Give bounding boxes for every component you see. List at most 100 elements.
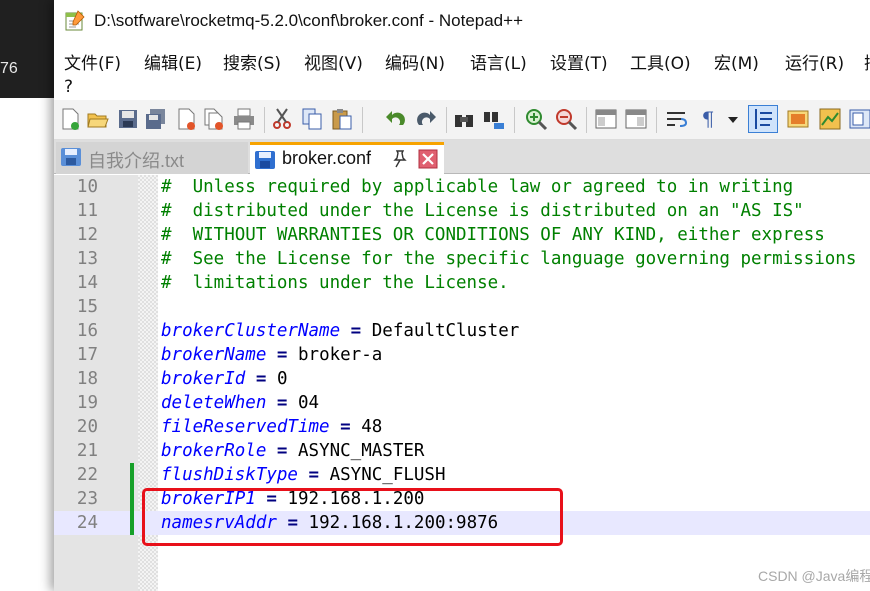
code-line[interactable]: 20 fileReservedTime = 48 <box>54 415 870 439</box>
show-all-chars-icon[interactable]: ¶ <box>696 107 720 131</box>
open-file-icon[interactable] <box>86 107 110 131</box>
menu-edit[interactable]: 编辑(E) <box>144 49 202 74</box>
tab-label: 自我介绍.txt <box>88 151 185 171</box>
config-key: brokerRole <box>161 441 267 461</box>
menu-settings[interactable]: 设置(T) <box>550 49 608 74</box>
menu-run[interactable]: 运行(R) <box>785 49 844 74</box>
config-value: ASYNC_MASTER <box>298 441 425 461</box>
code-text: deleteWhen = 04 <box>161 391 319 415</box>
sync-horizontal-icon[interactable] <box>624 107 648 131</box>
menu-tools[interactable]: 工具(O) <box>630 49 691 74</box>
code-text: # See the License for the specific langu… <box>161 247 856 271</box>
line-number: 17 <box>76 345 98 365</box>
redo-icon[interactable] <box>414 107 438 131</box>
config-key: flushDiskType <box>161 465 298 485</box>
pin-icon[interactable] <box>390 149 410 169</box>
code-text: # WITHOUT WARRANTIES OR CONDITIONS OF AN… <box>161 223 825 247</box>
code-text: # Unless required by applicable law or a… <box>161 175 793 199</box>
menu-help[interactable]: ? <box>64 77 73 97</box>
line-number: 13 <box>76 249 98 269</box>
line-number: 10 <box>76 177 98 197</box>
menu-search[interactable]: 搜索(S) <box>223 49 281 74</box>
code-line[interactable]: 16 brokerClusterName = DefaultCluster <box>54 319 870 343</box>
tab-broker-conf[interactable]: broker.conf <box>250 142 444 174</box>
code-line[interactable]: 18 brokerId = 0 <box>54 367 870 391</box>
code-line[interactable]: 17 brokerName = broker-a <box>54 343 870 367</box>
function-list-icon[interactable] <box>848 107 870 131</box>
line-number: 16 <box>76 321 98 341</box>
toolbar-separator <box>264 107 265 133</box>
code-line[interactable]: 10 # Unless required by applicable law or… <box>54 175 870 199</box>
tab-intro-txt[interactable]: 自我介绍.txt <box>56 142 248 174</box>
new-file-icon[interactable] <box>58 107 82 131</box>
menu-language[interactable]: 语言(L) <box>470 49 527 74</box>
line-number: 20 <box>76 417 98 437</box>
zoom-in-icon[interactable] <box>524 107 548 131</box>
tab-bar: 自我介绍.txt broker.conf <box>54 140 870 174</box>
notepadpp-app-icon <box>65 10 85 31</box>
saved-file-icon <box>255 151 275 169</box>
watermark: CSDN @Java编程之道 <box>758 568 870 584</box>
indent-guide-icon[interactable] <box>748 105 778 133</box>
undo-icon[interactable] <box>384 107 408 131</box>
annotation-highlight-box <box>142 488 563 546</box>
find-icon[interactable] <box>452 107 476 131</box>
line-number: 19 <box>76 393 98 413</box>
comment-text: # Unless required by applicable law or a… <box>161 177 794 197</box>
config-key: brokerClusterName <box>161 321 341 341</box>
code-text: brokerId = 0 <box>161 367 287 391</box>
toolbar: ¶ <box>54 100 870 140</box>
doc-map-icon[interactable] <box>818 107 842 131</box>
close-icon[interactable] <box>174 107 198 131</box>
paste-icon[interactable] <box>330 107 354 131</box>
line-number: 15 <box>76 297 98 317</box>
line-number: 14 <box>76 273 98 293</box>
config-key: fileReservedTime <box>161 417 330 437</box>
toolbar-separator <box>446 107 447 133</box>
config-value: broker-a <box>298 345 383 365</box>
menu-view[interactable]: 视图(V) <box>304 49 363 74</box>
menu-file[interactable]: 文件(F) <box>64 49 121 74</box>
cut-icon[interactable] <box>270 107 294 131</box>
copy-icon[interactable] <box>300 107 324 131</box>
code-line[interactable]: 21 brokerRole = ASYNC_MASTER <box>54 439 870 463</box>
replace-icon[interactable] <box>482 107 506 131</box>
close-tab-icon[interactable] <box>418 149 438 169</box>
config-key: deleteWhen <box>161 393 267 413</box>
code-line[interactable]: 12 # WITHOUT WARRANTIES OR CONDITIONS OF … <box>54 223 870 247</box>
menu-macro[interactable]: 宏(M) <box>714 49 759 74</box>
print-icon[interactable] <box>232 107 256 131</box>
line-number: 18 <box>76 369 98 389</box>
code-line[interactable]: 19 deleteWhen = 04 <box>54 391 870 415</box>
assignment-operator: = <box>308 465 320 485</box>
dropdown-icon[interactable] <box>726 107 740 131</box>
config-key: brokerId <box>161 369 246 389</box>
word-wrap-icon[interactable] <box>664 107 688 131</box>
background-window: 76 <box>0 0 54 98</box>
line-number: 12 <box>76 225 98 245</box>
close-all-icon[interactable] <box>202 107 226 131</box>
code-text: fileReservedTime = 48 <box>161 415 382 439</box>
save-icon[interactable] <box>116 107 140 131</box>
line-number: 23 <box>76 489 98 509</box>
udl-icon[interactable] <box>786 107 810 131</box>
config-value: ASYNC_FLUSH <box>329 465 446 485</box>
menu-plugins[interactable]: 插 <box>864 49 870 74</box>
config-key: brokerName <box>161 345 267 365</box>
code-line[interactable]: 14 # limitations under the License. <box>54 271 870 295</box>
code-line[interactable]: 22 flushDiskType = ASYNC_FLUSH <box>54 463 870 487</box>
window-title: D:\sotfware\rocketmq-5.2.0\conf\broker.c… <box>94 11 523 30</box>
tab-label: broker.conf <box>282 148 372 168</box>
code-line[interactable]: 13 # See the License for the specific lan… <box>54 247 870 271</box>
line-number: 24 <box>76 513 98 533</box>
save-all-icon[interactable] <box>144 107 168 131</box>
zoom-out-icon[interactable] <box>554 107 578 131</box>
menu-encoding[interactable]: 编码(N) <box>385 49 445 74</box>
code-text: # limitations under the License. <box>161 271 509 295</box>
config-value: DefaultCluster <box>371 321 520 341</box>
line-number: 22 <box>76 465 98 485</box>
code-line[interactable]: 15 <box>54 295 870 319</box>
code-line[interactable]: 11 # distributed under the License is dis… <box>54 199 870 223</box>
sync-vertical-icon[interactable] <box>594 107 618 131</box>
assignment-operator: = <box>340 417 351 437</box>
